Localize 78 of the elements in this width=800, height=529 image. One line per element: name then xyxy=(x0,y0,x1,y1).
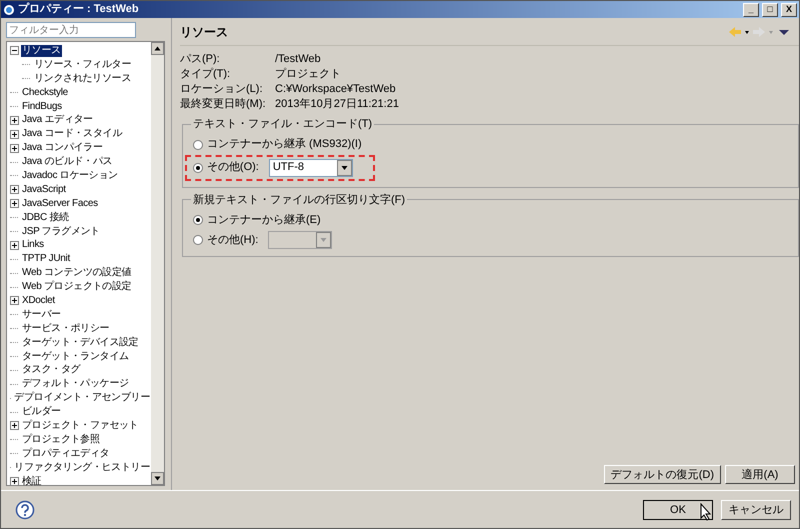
tree-item[interactable]: デプロイメント・アセンブリー xyxy=(13,392,151,404)
tree-item[interactable]: プロパティエディタ xyxy=(21,448,110,460)
tree-item[interactable]: デフォルト・パッケージ xyxy=(21,378,130,390)
page-title: リソース xyxy=(180,24,228,40)
cancel-button[interactable]: キャンセル xyxy=(721,500,791,520)
tree-item[interactable]: TPTP JUnit xyxy=(21,253,71,266)
tree-item[interactable]: ビルダー xyxy=(21,406,62,418)
expand-icon[interactable] xyxy=(10,116,19,125)
tree-item[interactable]: Javadoc ロケーション xyxy=(21,170,119,182)
expand-icon[interactable] xyxy=(10,199,19,208)
minimize-button[interactable]: _ xyxy=(743,2,759,16)
radio-label: その他(H): xyxy=(207,232,258,248)
tree-item[interactable]: JSP フラグメント xyxy=(21,226,101,238)
restore-defaults-button[interactable]: デフォルトの復元(D) xyxy=(604,465,721,484)
help-icon[interactable] xyxy=(15,500,35,520)
tree-item[interactable]: XDoclet xyxy=(21,294,56,307)
scrollbar[interactable] xyxy=(151,42,164,485)
tree-item[interactable]: サーバー xyxy=(21,308,62,321)
scroll-up-icon[interactable] xyxy=(151,42,164,55)
tree-item[interactable]: プロジェクト参照 xyxy=(21,434,101,446)
tree-item[interactable]: サービス・ポリシー xyxy=(21,322,110,335)
tree-item[interactable]: JavaServer Faces xyxy=(21,198,99,210)
radio-button[interactable] xyxy=(193,235,203,245)
radio-button[interactable] xyxy=(193,140,203,150)
dropdown[interactable]: UTF-8 xyxy=(268,158,353,176)
radio-label: コンテナーから継承(E) xyxy=(207,212,321,228)
tree-item[interactable]: Web コンテンツの設定値 xyxy=(21,267,132,280)
tree-item[interactable]: リソース・フィルター xyxy=(33,58,132,71)
expand-icon[interactable] xyxy=(10,185,19,194)
property-value: プロジェクト xyxy=(275,66,341,82)
tree-item[interactable]: ターゲット・デバイス設定 xyxy=(21,336,140,349)
expand-icon[interactable] xyxy=(10,296,19,306)
radio-button[interactable] xyxy=(193,215,203,225)
tree-item[interactable]: Links xyxy=(21,239,45,252)
navigation-arrows-icon[interactable] xyxy=(729,26,791,36)
collapse-icon[interactable] xyxy=(10,46,19,56)
tree-item[interactable]: Java コード・スタイル xyxy=(21,128,124,140)
tree-item[interactable]: リファクタリング・ヒストリー xyxy=(13,462,151,474)
tree-item[interactable]: ターゲット・ランタイム xyxy=(21,350,130,363)
tree-item[interactable]: 検証 xyxy=(21,476,42,488)
expand-icon[interactable] xyxy=(10,421,19,430)
property-value: C:¥Workspace¥TestWeb xyxy=(275,82,396,98)
tree-item[interactable]: FindBugs xyxy=(21,100,63,112)
tree-item[interactable]: Java コンパイラー xyxy=(21,142,104,154)
tree-item[interactable]: JDBC 接続 xyxy=(21,212,70,224)
app-icon xyxy=(3,4,15,16)
tree-item[interactable]: JavaScript xyxy=(21,184,67,196)
ok-button[interactable]: OK xyxy=(643,500,713,520)
tree-item[interactable]: Java エディター xyxy=(21,114,94,126)
tree-item[interactable]: Web プロジェクトの設定 xyxy=(21,281,132,294)
expand-icon[interactable] xyxy=(10,240,19,250)
group-title: 新規テキスト・ファイルの行区切り文字(F) xyxy=(192,192,406,208)
tree-item[interactable]: プロジェクト・ファセット xyxy=(21,420,140,432)
expand-icon[interactable] xyxy=(10,130,19,139)
property-label: ロケーション(L): xyxy=(180,82,264,98)
radio-label: コンテナーから継承 (MS932)(I) xyxy=(207,137,362,152)
scroll-down-icon[interactable] xyxy=(151,472,164,485)
close-button[interactable]: X xyxy=(781,2,797,16)
radio-label: その他(O): xyxy=(206,160,259,176)
radio-button[interactable] xyxy=(193,162,203,172)
tree-item[interactable]: タスク・タグ xyxy=(21,364,82,376)
mouse-cursor-icon xyxy=(700,503,712,521)
filter-field[interactable]: フィルター入力 xyxy=(6,22,136,38)
tree-item[interactable]: Java のビルド・パス xyxy=(21,156,114,168)
window-title: プロパティー : TestWeb xyxy=(18,2,139,18)
property-value: /TestWeb xyxy=(275,52,321,68)
tree-item[interactable]: リンクされたリソース xyxy=(33,72,132,85)
expand-icon[interactable] xyxy=(10,144,19,153)
property-label: タイプ(T): xyxy=(180,66,232,82)
property-value: 2013年10月27日11:21:21 xyxy=(275,97,399,112)
property-label: パス(P): xyxy=(180,52,221,68)
tree-item[interactable]: リソース xyxy=(21,44,62,57)
property-label: 最終変更日時(M): xyxy=(180,96,267,112)
expand-icon[interactable] xyxy=(10,477,19,486)
tree-item[interactable]: Checkstyle xyxy=(21,86,69,99)
apply-button[interactable]: 適用(A) xyxy=(725,465,795,484)
group-title: テキスト・ファイル・エンコード(T) xyxy=(192,117,374,132)
maximize-button[interactable]: □ xyxy=(762,2,778,16)
